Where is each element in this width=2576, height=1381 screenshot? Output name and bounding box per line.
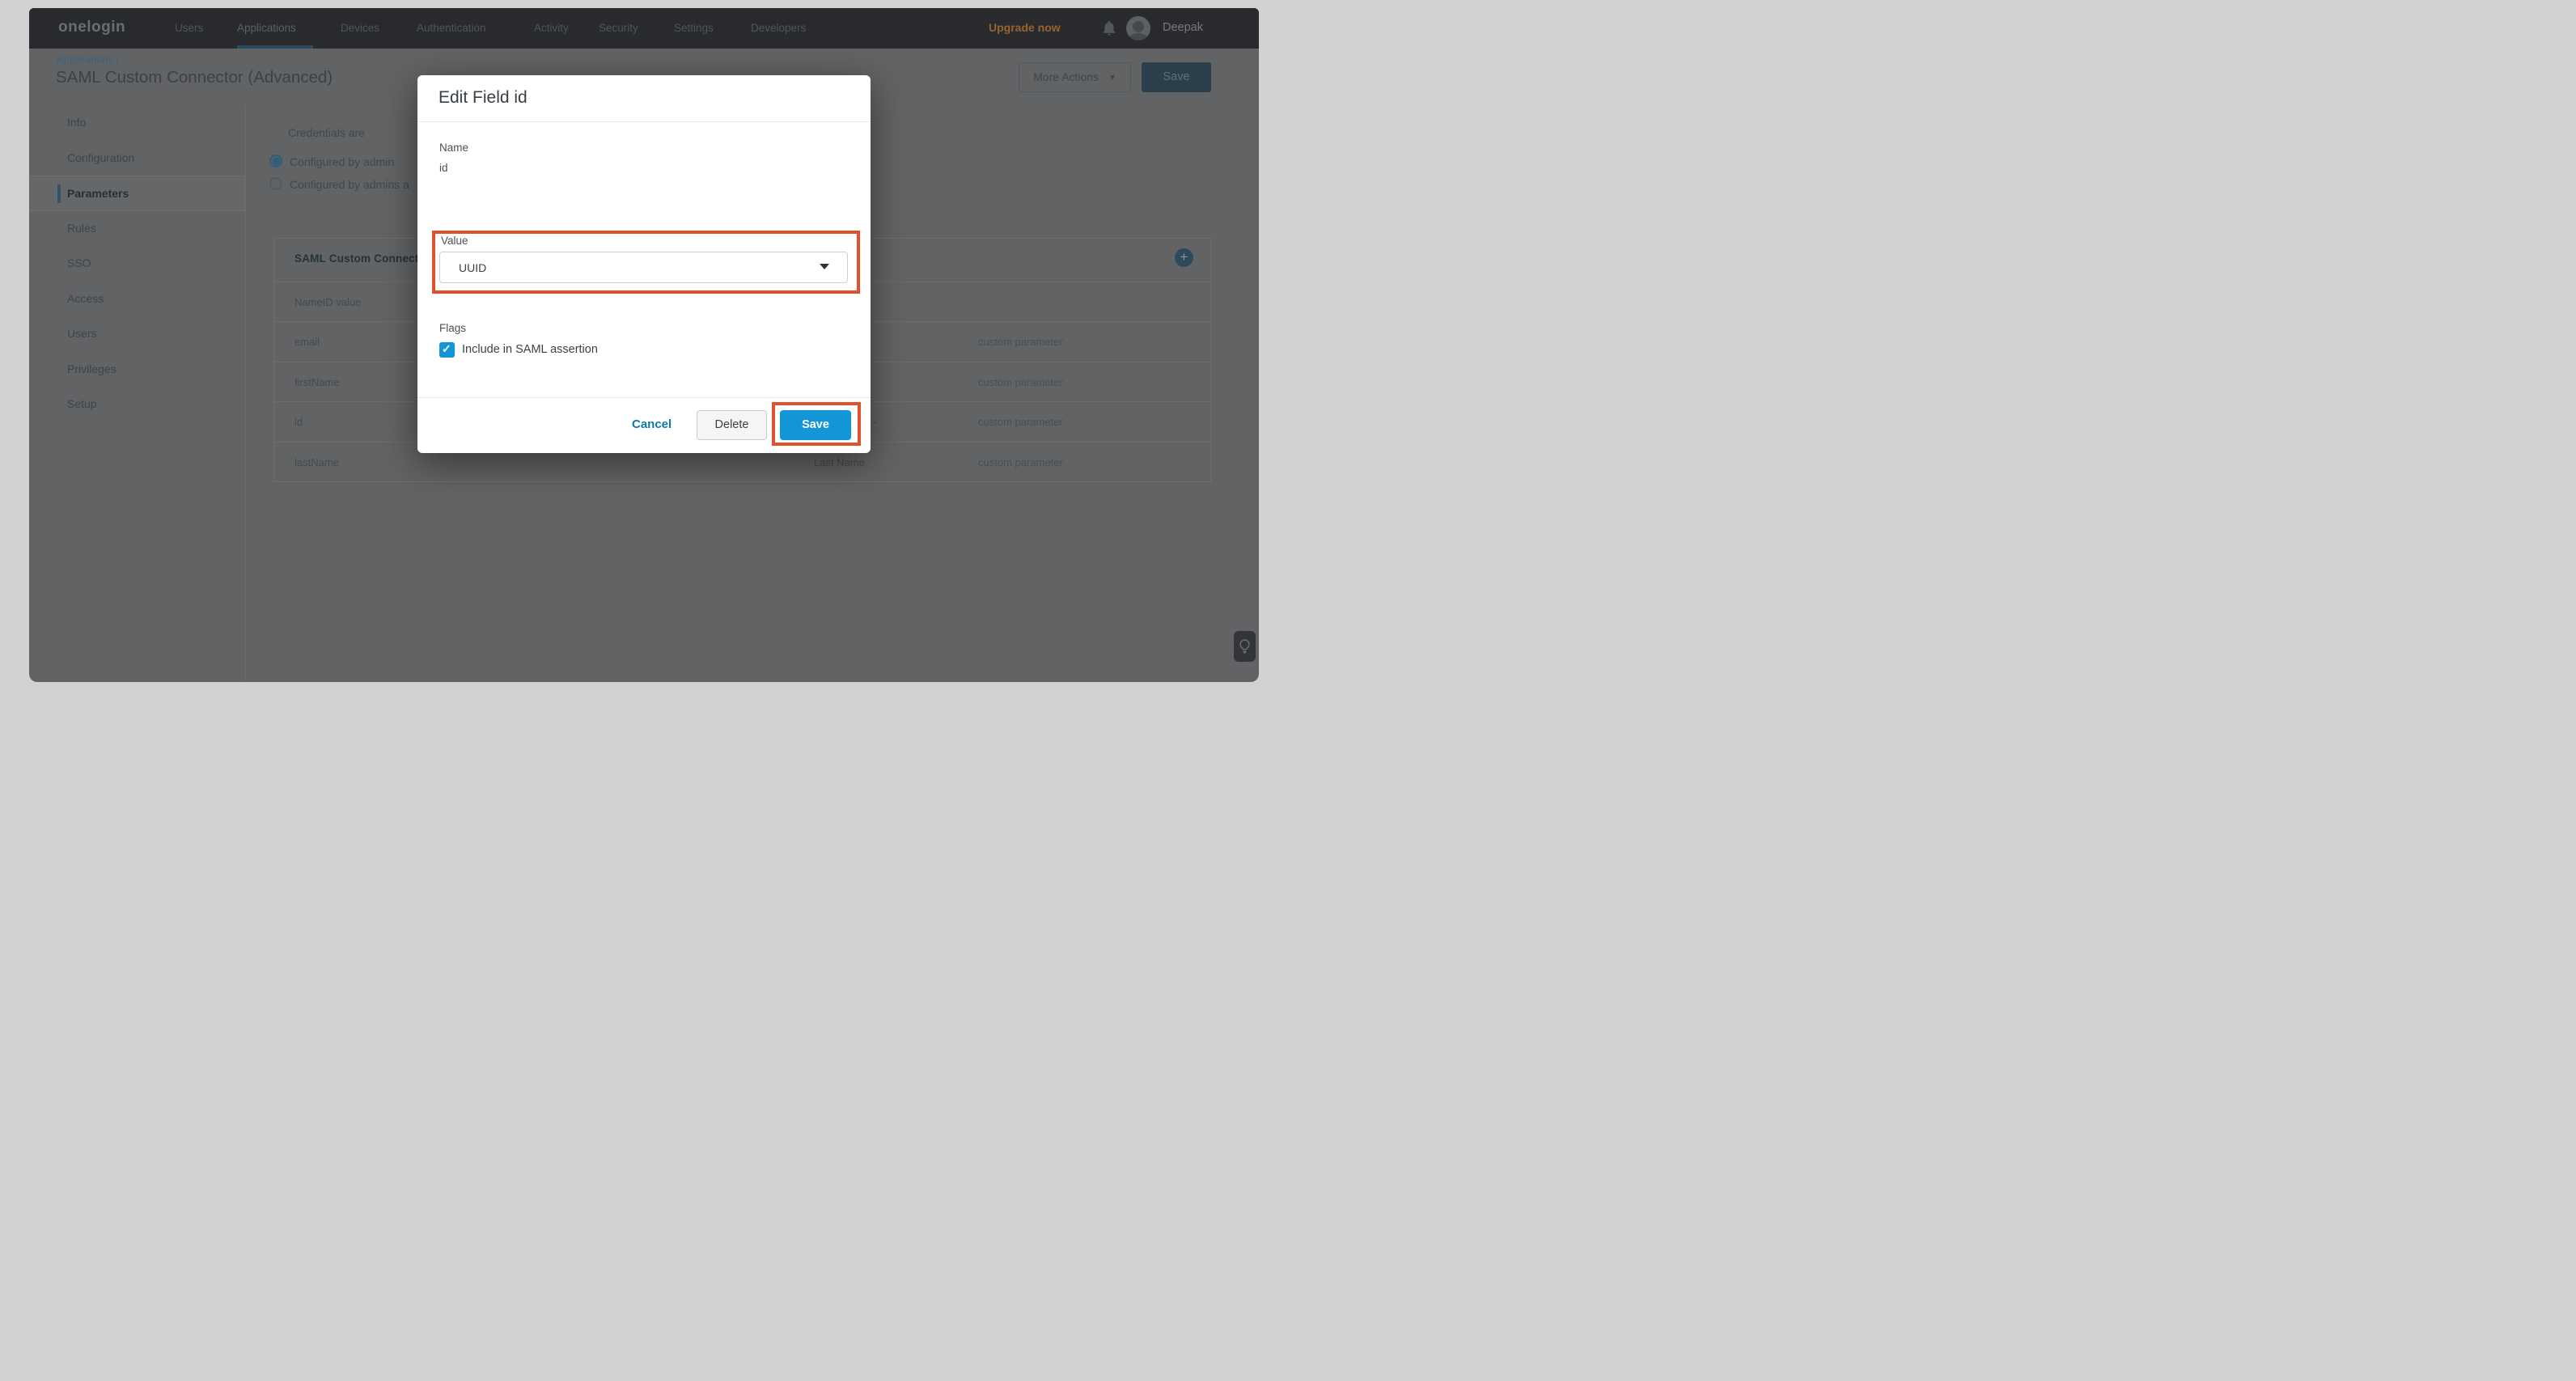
table-header-title: SAML Custom Connecto xyxy=(294,252,426,265)
param-type: custom parameter xyxy=(978,336,1063,348)
lightbulb-icon xyxy=(1238,639,1252,655)
nav-item-developers[interactable]: Developers xyxy=(751,22,806,34)
radio-configured-by-admin[interactable] xyxy=(269,155,282,167)
more-actions-button[interactable]: More Actions ▼ xyxy=(1019,62,1131,92)
sidebar-item-sso[interactable]: SSO xyxy=(29,246,245,282)
avatar-shoulders-shape xyxy=(1129,33,1148,40)
modal-header-divider xyxy=(417,121,871,122)
sidebar-item-access[interactable]: Access xyxy=(29,282,245,317)
nav-item-users[interactable]: Users xyxy=(175,22,203,34)
name-label: Name xyxy=(439,142,468,154)
add-parameter-button[interactable]: + xyxy=(1175,248,1193,267)
modal-title: Edit Field id xyxy=(439,88,527,108)
param-value: - xyxy=(873,416,876,428)
param-name: firstName xyxy=(294,376,340,388)
sidebar-item-setup[interactable]: Setup xyxy=(29,387,245,422)
active-tab-underline xyxy=(237,45,313,49)
value-selected-option: UUID xyxy=(459,261,486,274)
param-name: email xyxy=(294,336,320,348)
help-lightbulb-button[interactable] xyxy=(1234,631,1256,662)
param-name: id xyxy=(294,416,303,428)
param-type: custom parameter xyxy=(978,416,1063,428)
top-nav: onelogin Users Applications Devices Auth… xyxy=(29,8,1259,49)
include-saml-checkbox[interactable]: ✓ xyxy=(439,342,455,358)
cancel-button[interactable]: Cancel xyxy=(632,417,672,431)
sidebar-item-info[interactable]: Info xyxy=(29,105,245,141)
param-name: NameID value xyxy=(294,296,361,308)
sidebar-item-configuration[interactable]: Configuration xyxy=(29,141,245,176)
annotation-save-highlight xyxy=(772,402,861,446)
param-value: Last Name xyxy=(814,456,865,468)
page-title: SAML Custom Connector (Advanced) xyxy=(56,68,333,87)
param-type: custom parameter xyxy=(978,376,1063,388)
nav-item-authentication[interactable]: Authentication xyxy=(417,22,486,34)
upgrade-now-link[interactable]: Upgrade now xyxy=(989,21,1061,34)
flags-label: Flags xyxy=(439,322,466,334)
sidebar-item-rules[interactable]: Rules xyxy=(29,211,245,247)
chevron-down-icon: ▼ xyxy=(1108,64,1116,92)
edit-field-modal: Edit Field id Name id Value UUID Flags ✓… xyxy=(417,75,871,453)
credentials-label: Credentials are xyxy=(288,126,365,139)
value-select-dropdown[interactable]: UUID xyxy=(439,252,848,283)
app-window: onelogin Users Applications Devices Auth… xyxy=(29,8,1259,682)
sidebar-item-parameters[interactable]: Parameters xyxy=(29,176,245,211)
breadcrumb[interactable]: Applications / xyxy=(57,53,119,66)
user-name-label[interactable]: Deepak xyxy=(1163,21,1203,34)
name-value: id xyxy=(439,162,448,174)
more-actions-label: More Actions xyxy=(1033,70,1099,83)
notification-bell-icon[interactable] xyxy=(1100,19,1118,37)
nav-item-devices[interactable]: Devices xyxy=(341,22,379,34)
param-type: custom parameter xyxy=(978,456,1063,468)
param-name: lastName xyxy=(294,456,339,468)
radio-configured-by-admin-label[interactable]: Configured by admin xyxy=(290,155,394,168)
onelogin-logo: onelogin xyxy=(58,19,125,36)
plus-icon: + xyxy=(1180,249,1188,265)
header-save-button[interactable]: Save xyxy=(1142,62,1211,92)
sidebar-item-users[interactable]: Users xyxy=(29,316,245,352)
modal-footer-divider xyxy=(417,397,871,398)
radio-configured-by-admins-users[interactable] xyxy=(269,177,282,190)
nav-item-settings[interactable]: Settings xyxy=(674,22,714,34)
nav-item-security[interactable]: Security xyxy=(599,22,638,34)
dropdown-caret-icon xyxy=(820,264,829,269)
user-avatar[interactable] xyxy=(1126,16,1150,40)
sidebar: Info Configuration Parameters Rules SSO … xyxy=(29,105,246,682)
include-saml-checkbox-label[interactable]: Include in SAML assertion xyxy=(462,343,598,356)
delete-button[interactable]: Delete xyxy=(697,410,767,440)
radio-configured-by-admins-users-label[interactable]: Configured by admins a xyxy=(290,178,409,191)
value-label: Value xyxy=(441,235,468,247)
nav-item-applications[interactable]: Applications xyxy=(237,22,296,34)
nav-item-activity[interactable]: Activity xyxy=(534,22,569,34)
checkmark-icon: ✓ xyxy=(442,342,451,356)
avatar-head-shape xyxy=(1133,21,1144,32)
sidebar-item-privileges[interactable]: Privileges xyxy=(29,352,245,388)
